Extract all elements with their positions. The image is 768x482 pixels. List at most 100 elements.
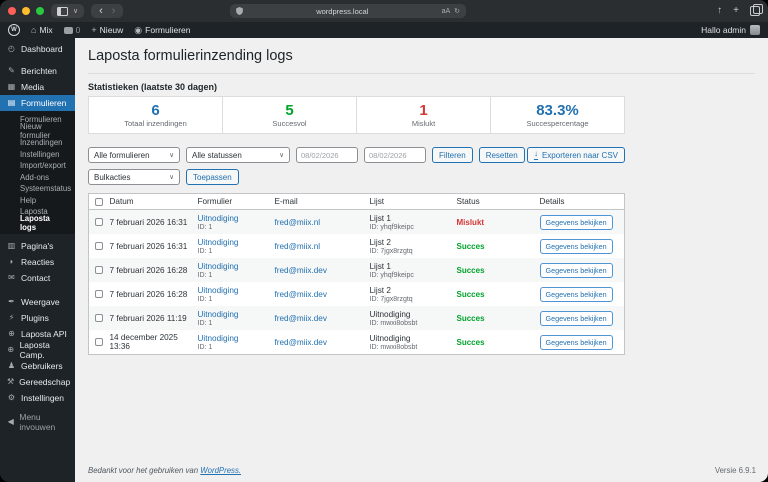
row-email-link[interactable]: fred@miix.dev: [275, 338, 327, 347]
sidebar-lower: ✒ Weergave ⚡ Plugins ⊕ Laposta API ⊕ Lap…: [0, 294, 75, 406]
column-header-lijst[interactable]: Lijst: [366, 193, 454, 210]
adminbar-form-link[interactable]: ◉ Formulieren: [134, 25, 190, 35]
row-form-link[interactable]: Uitnodiging: [198, 262, 269, 271]
view-details-button[interactable]: Gegevens bekijken: [539, 214, 613, 230]
wordpress-logo-icon[interactable]: W: [8, 24, 20, 36]
row-email-link[interactable]: fred@miix.nl: [275, 242, 321, 251]
sidebar-item[interactable]: ◗ Reacties: [0, 254, 75, 270]
row-form-link[interactable]: Uitnodiging: [198, 286, 269, 295]
row-form-link[interactable]: Uitnodiging: [198, 334, 269, 343]
row-checkbox[interactable]: [95, 314, 103, 322]
sidebar-item[interactable]: ✎ Berichten: [0, 63, 75, 79]
sidebar-item-label: Laposta API: [21, 329, 67, 339]
submenu-item[interactable]: Import/export: [0, 160, 75, 172]
date-to-input[interactable]: [364, 147, 426, 163]
sidebar-item[interactable]: ▦ Media: [0, 79, 75, 95]
wordpress-link[interactable]: WordPress.: [200, 466, 241, 475]
share-icon[interactable]: ↑: [717, 6, 722, 16]
row-form-link[interactable]: Uitnodiging: [198, 238, 269, 247]
back-button[interactable]: ‹: [97, 5, 105, 17]
row-email-link[interactable]: fred@miix.dev: [275, 290, 327, 299]
filter-button[interactable]: Filteren: [432, 147, 473, 163]
adminbar-site-link[interactable]: ⌂ Mix: [31, 25, 53, 35]
sidebar-item[interactable]: ✒ Weergave: [0, 294, 75, 310]
sidebar-item[interactable]: ⚒ Gereedschap: [0, 374, 75, 390]
bulk-actions-select[interactable]: Bulkacties ∨: [88, 169, 180, 185]
sidebar-item-label: Pagina's: [21, 241, 54, 251]
sidebar-item[interactable]: ✉ Contact: [0, 270, 75, 286]
status-filter-select[interactable]: Alle statussen ∨: [186, 147, 290, 163]
column-header-status[interactable]: Status: [453, 193, 537, 210]
sidebar-item[interactable]: ⊕ Laposta Camp.: [0, 340, 75, 360]
tabs-overview-icon[interactable]: [750, 4, 763, 16]
reset-button[interactable]: Resetten: [478, 147, 525, 163]
submenu-item[interactable]: Systeemstatus: [0, 183, 75, 195]
sidebar-item[interactable]: ◴ Dashboard: [0, 41, 75, 57]
row-checkbox[interactable]: [95, 218, 103, 226]
row-date: 7 februari 2026 11:19: [109, 313, 187, 323]
sidebar-top: ◴ Dashboard ✎ Berichten ▦ Media: [0, 41, 75, 95]
sidebar-toggle-button[interactable]: ∨: [51, 4, 85, 18]
plus-icon: +: [91, 24, 97, 35]
translate-icon[interactable]: aA: [442, 8, 451, 15]
status-filter-value: Alle statussen: [192, 150, 242, 160]
view-details-button[interactable]: Gegevens bekijken: [539, 238, 613, 254]
submenu-item[interactable]: Laposta logs: [0, 214, 75, 232]
view-details-button[interactable]: Gegevens bekijken: [539, 286, 613, 302]
sidebar-middle: ▥ Pagina's ◗ Reacties ✉ Contact: [0, 234, 75, 286]
address-bar[interactable]: wordpress.local aA ↻: [230, 4, 466, 18]
select-all-checkbox[interactable]: [95, 197, 103, 206]
forward-button[interactable]: ›: [110, 5, 118, 17]
submenu-item[interactable]: Nieuw formulier: [0, 122, 75, 140]
close-window-button[interactable]: [8, 7, 16, 15]
submenu-item[interactable]: Add-ons: [0, 172, 75, 184]
view-details-button[interactable]: Gegevens bekijken: [539, 310, 613, 326]
reload-icon[interactable]: ↻: [454, 8, 460, 15]
date-from-input[interactable]: [296, 147, 358, 163]
sidebar-item-label: Reacties: [21, 257, 55, 267]
apply-button[interactable]: Toepassen: [186, 169, 239, 185]
adminbar-new-link[interactable]: + Nieuw: [91, 25, 123, 35]
new-tab-icon[interactable]: +: [733, 6, 739, 16]
row-checkbox[interactable]: [95, 290, 103, 298]
row-form-link[interactable]: Uitnodiging: [198, 310, 269, 319]
window-controls: [8, 7, 44, 15]
submenu-item[interactable]: Instellingen: [0, 149, 75, 161]
footer: Bedankt voor het gebruiken van WordPress…: [88, 466, 756, 475]
wp-admin-bar: W ⌂ Mix 0 + Nieuw ◉ Formulieren Hallo ad…: [0, 22, 768, 38]
row-email-link[interactable]: fred@miix.dev: [275, 266, 327, 275]
minimize-window-button[interactable]: [22, 7, 30, 15]
row-form-link[interactable]: Uitnodiging: [198, 214, 269, 223]
collapse-label: Menu invouwen: [19, 412, 56, 432]
row-checkbox[interactable]: [95, 338, 103, 346]
sidebar-item-collapse-menu[interactable]: ◀ Menu invouwen: [0, 412, 75, 432]
row-checkbox[interactable]: [95, 266, 103, 274]
submenu-item[interactable]: Help: [0, 195, 75, 207]
sidebar-item[interactable]: ♟ Gebruikers: [0, 358, 75, 374]
row-list: Lijst 1: [369, 213, 391, 223]
row-email-link[interactable]: fred@miix.nl: [275, 218, 321, 227]
column-header-details[interactable]: Details: [536, 193, 625, 210]
export-csv-button[interactable]: ↓ Exporteren naar CSV: [526, 147, 625, 163]
column-header-formulier[interactable]: Formulier: [194, 193, 272, 210]
view-details-button[interactable]: Gegevens bekijken: [539, 262, 613, 278]
bulk-actions-value: Bulkacties: [94, 172, 131, 182]
column-header-email[interactable]: E-mail: [271, 193, 367, 210]
view-details-button[interactable]: Gegevens bekijken: [539, 334, 613, 350]
sidebar-item-formulieren[interactable]: ▤ Formulieren: [0, 95, 79, 111]
settings-icon: ⚙: [7, 393, 16, 402]
row-checkbox[interactable]: [95, 242, 103, 250]
zoom-window-button[interactable]: [36, 7, 44, 15]
sidebar-item[interactable]: ⚙ Instellingen: [0, 390, 75, 406]
form-filter-select[interactable]: Alle formulieren ∨: [88, 147, 180, 163]
sidebar-item[interactable]: ▥ Pagina's: [0, 238, 75, 254]
sidebar-item-label: Laposta Camp.: [19, 340, 50, 360]
adminbar-comments-link[interactable]: 0: [63, 25, 80, 35]
adminbar-account[interactable]: Hallo admin: [701, 25, 760, 35]
browser-window: ∨ ‹ › wordpress.local aA ↻ ↑ + W ⌂ Mix 0…: [0, 0, 768, 482]
table-row: 7 februari 2026 16:28 Uitnodiging ID: 1 …: [88, 258, 625, 282]
column-header-datum[interactable]: Datum: [106, 193, 195, 210]
row-email-link[interactable]: fred@miix.dev: [275, 314, 327, 323]
tools-icon: ⚒: [7, 377, 15, 386]
sidebar-item[interactable]: ⚡ Plugins: [0, 310, 75, 326]
